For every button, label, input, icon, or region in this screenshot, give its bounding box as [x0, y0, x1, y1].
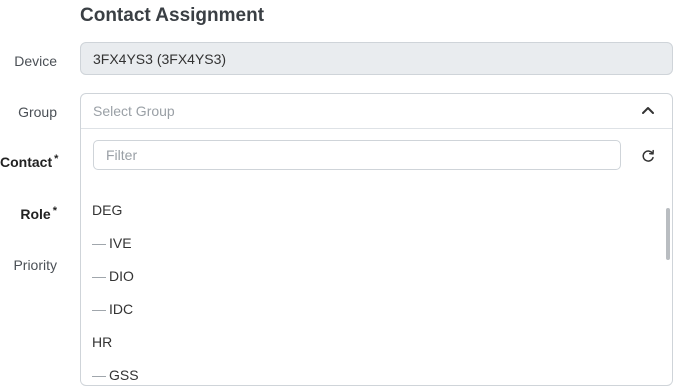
group-option-label: IVE [109, 235, 132, 251]
page-title: Contact Assignment [80, 5, 265, 26]
chevron-up-icon[interactable] [638, 100, 658, 120]
group-select-header[interactable]: Select Group [81, 94, 672, 129]
refresh-icon[interactable] [640, 148, 656, 164]
group-option[interactable]: — DIO [81, 260, 661, 293]
group-label: Group [18, 104, 57, 120]
role-label-text: Role [20, 206, 51, 222]
scrollbar-thumb[interactable] [666, 208, 670, 260]
filter-input[interactable] [93, 140, 621, 170]
role-label: Role * [0, 205, 57, 222]
contact-label: Contact * [0, 153, 59, 170]
group-select[interactable]: Select Group DEG—IVE—DIO—IDCHR—GSS [80, 93, 673, 386]
required-marker: * [52, 205, 57, 217]
priority-label: Priority [13, 257, 57, 273]
group-option-label: GSS [109, 367, 139, 383]
indent-dash-icon: — [92, 301, 106, 317]
contact-label-text: Contact [0, 154, 53, 170]
contact-assignment-form: Contact Assignment Device Group Contact *… [0, 0, 681, 389]
device-field: 3FX4YS3 (3FX4YS3) [80, 42, 673, 75]
group-option-label: DEG [92, 202, 123, 218]
group-option[interactable]: — IVE [81, 227, 661, 260]
group-option[interactable]: — IDC [81, 293, 661, 326]
group-option[interactable]: — GSS [81, 359, 661, 385]
group-option[interactable]: HR [81, 326, 661, 359]
group-options-list: DEG — IVE — DIO — IDC HR — GSS [81, 194, 661, 385]
group-option-label: IDC [109, 301, 134, 317]
indent-dash-icon: — [92, 235, 106, 251]
indent-dash-icon: — [92, 367, 106, 383]
options-scrollbar[interactable] [664, 194, 672, 385]
group-select-placeholder: Select Group [93, 103, 175, 119]
group-option-label: HR [92, 334, 113, 350]
indent-dash-icon: — [92, 268, 106, 284]
required-marker: * [54, 153, 59, 165]
group-option[interactable]: DEG [81, 194, 661, 227]
group-option-label: DIO [109, 268, 134, 284]
device-label: Device [14, 53, 57, 69]
